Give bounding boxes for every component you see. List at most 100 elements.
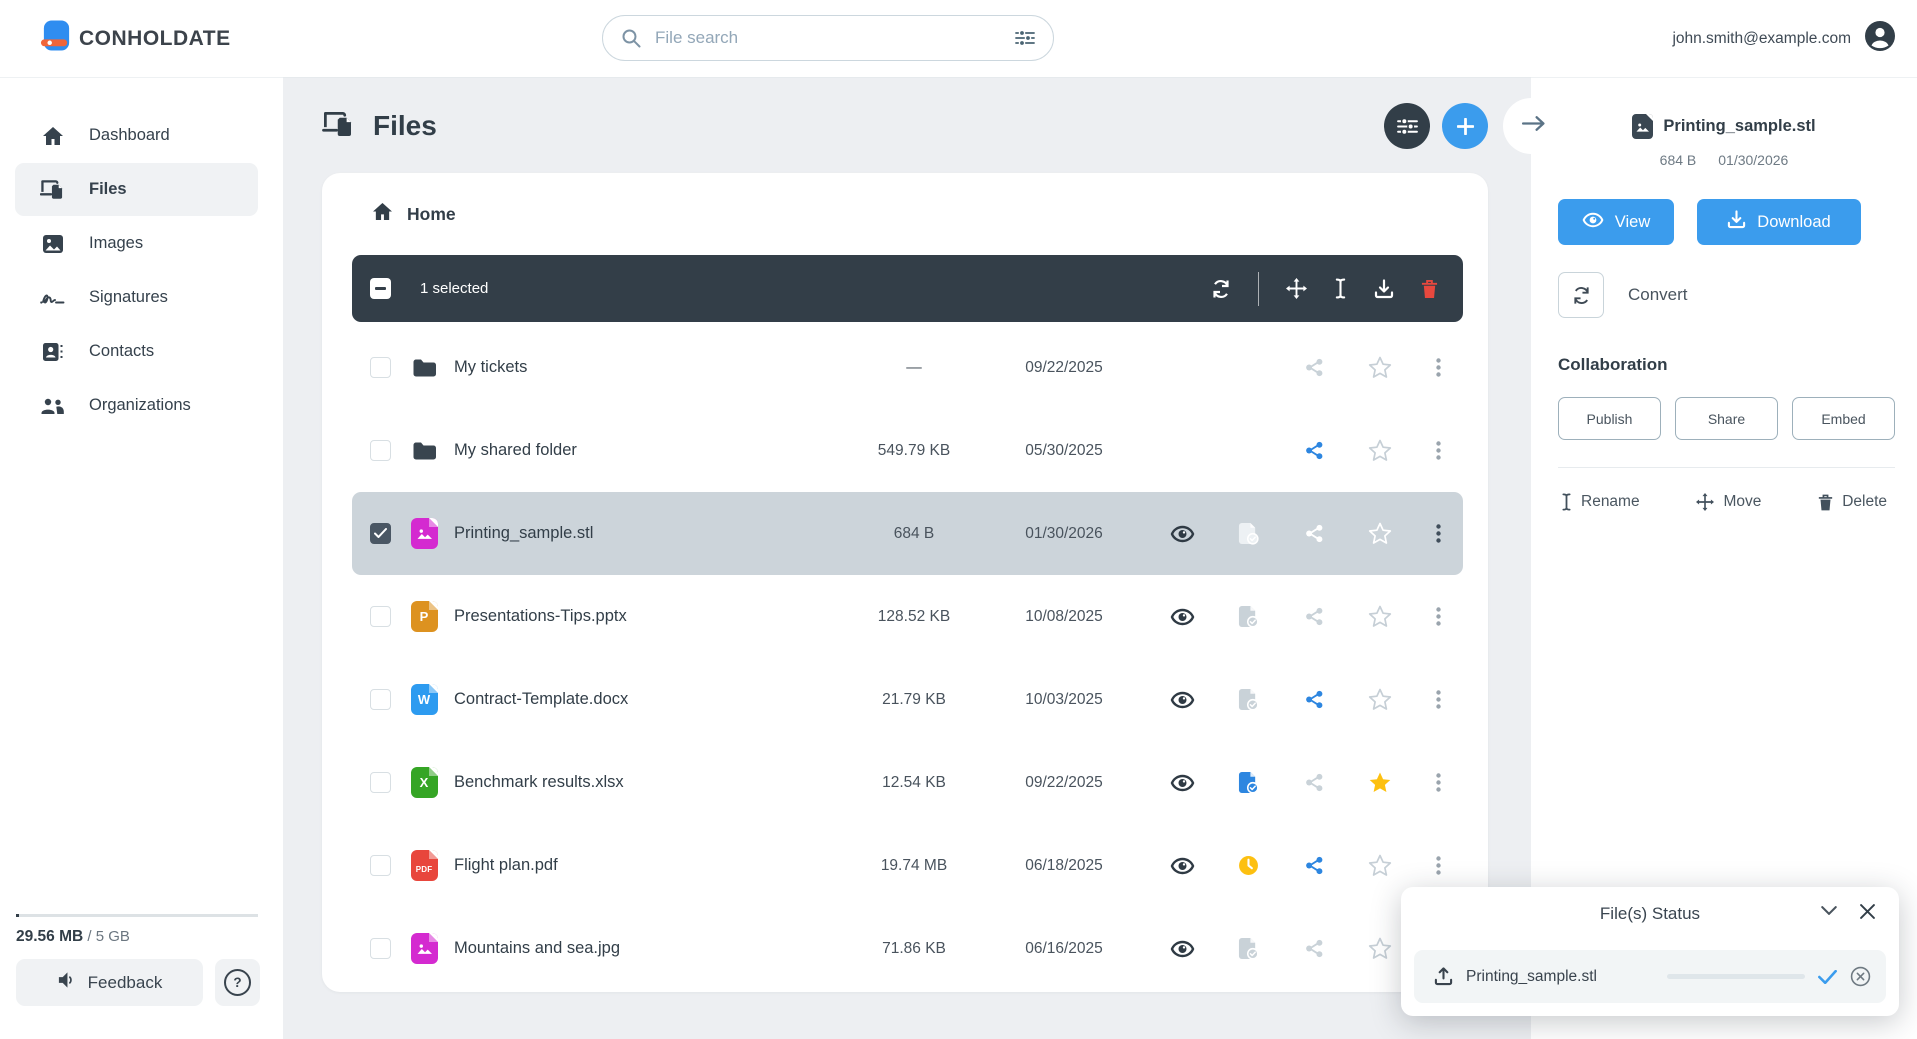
- row-menu-icon[interactable]: [1436, 524, 1441, 543]
- file-name[interactable]: My tickets: [454, 358, 849, 377]
- share-button[interactable]: Share: [1675, 397, 1778, 440]
- table-row[interactable]: PDF Flight plan.pdf 19.74 MB 06/18/2025: [352, 824, 1463, 907]
- status-icon[interactable]: [1238, 771, 1259, 794]
- file-name[interactable]: My shared folder: [454, 441, 849, 460]
- panel-divider: [1558, 467, 1895, 468]
- search-filter-icon[interactable]: [1015, 29, 1035, 47]
- status-icon[interactable]: [1238, 855, 1259, 876]
- feedback-button[interactable]: Feedback: [16, 959, 203, 1006]
- star-icon[interactable]: [1368, 439, 1392, 462]
- star-icon[interactable]: [1368, 688, 1392, 711]
- row-checkbox[interactable]: [370, 772, 391, 793]
- file-name[interactable]: Presentations-Tips.pptx: [454, 607, 849, 626]
- embed-button[interactable]: Embed: [1792, 397, 1895, 440]
- collaboration-title: Collaboration: [1558, 355, 1917, 375]
- move-icon[interactable]: [1286, 278, 1307, 299]
- close-icon[interactable]: [1860, 904, 1875, 919]
- file-name[interactable]: Benchmark results.xlsx: [454, 773, 849, 792]
- status-icon[interactable]: [1238, 522, 1259, 545]
- file-name[interactable]: Flight plan.pdf: [454, 856, 849, 875]
- star-icon[interactable]: [1368, 937, 1392, 960]
- share-icon[interactable]: [1305, 939, 1324, 958]
- row-checkbox[interactable]: [370, 689, 391, 710]
- status-icon[interactable]: [1238, 688, 1259, 711]
- chevron-down-icon[interactable]: [1821, 906, 1837, 915]
- file-name[interactable]: Contract-Template.docx: [454, 690, 849, 709]
- row-checkbox[interactable]: [370, 523, 391, 544]
- share-icon[interactable]: [1305, 524, 1324, 543]
- row-menu-icon[interactable]: [1436, 856, 1441, 875]
- help-button[interactable]: ?: [215, 959, 260, 1006]
- table-row[interactable]: P Presentations-Tips.pptx 128.52 KB 10/0…: [352, 575, 1463, 658]
- convert-button[interactable]: [1558, 272, 1604, 318]
- sidebar-item-dashboard[interactable]: Dashboard: [15, 109, 258, 162]
- view-icon[interactable]: [1170, 608, 1195, 626]
- sidebar-item-files[interactable]: Files: [15, 163, 258, 216]
- row-checkbox[interactable]: [370, 938, 391, 959]
- avatar[interactable]: [1865, 21, 1895, 56]
- delete-label: Delete: [1842, 493, 1887, 511]
- select-all-checkbox[interactable]: [370, 278, 391, 299]
- row-checkbox[interactable]: [370, 357, 391, 378]
- file-type-letter: PDF: [416, 865, 433, 874]
- user-menu[interactable]: john.smith@example.com: [1672, 21, 1917, 56]
- star-icon[interactable]: [1368, 771, 1392, 794]
- share-icon[interactable]: [1305, 773, 1324, 792]
- download-icon[interactable]: [1374, 279, 1394, 299]
- image-icon: [39, 234, 66, 254]
- share-icon[interactable]: [1305, 856, 1324, 875]
- star-icon[interactable]: [1368, 605, 1392, 628]
- file-name[interactable]: Printing_sample.stl: [454, 524, 849, 543]
- convert-icon[interactable]: [1211, 279, 1231, 299]
- user-email: john.smith@example.com: [1672, 30, 1851, 48]
- delete-icon[interactable]: [1421, 279, 1438, 299]
- row-checkbox[interactable]: [370, 606, 391, 627]
- share-icon[interactable]: [1305, 358, 1324, 377]
- sidebar-item-contacts[interactable]: Contacts: [15, 325, 258, 378]
- row-checkbox[interactable]: [370, 855, 391, 876]
- share-icon[interactable]: [1305, 607, 1324, 626]
- row-menu-icon[interactable]: [1436, 773, 1441, 792]
- row-menu-icon[interactable]: [1436, 607, 1441, 626]
- view-icon[interactable]: [1170, 525, 1195, 543]
- view-icon[interactable]: [1170, 691, 1195, 709]
- table-row[interactable]: W Contract-Template.docx 21.79 KB 10/03/…: [352, 658, 1463, 741]
- view-icon[interactable]: [1170, 940, 1195, 958]
- search-input[interactable]: [653, 27, 1015, 49]
- table-row[interactable]: My tickets — 09/22/2025: [352, 326, 1463, 409]
- star-icon[interactable]: [1368, 854, 1392, 877]
- app-logo[interactable]: CONHOLDATE: [40, 19, 231, 58]
- row-menu-icon[interactable]: [1436, 690, 1441, 709]
- status-icon[interactable]: [1238, 937, 1259, 960]
- add-file-button[interactable]: [1442, 103, 1488, 149]
- star-icon[interactable]: [1368, 356, 1392, 379]
- share-icon[interactable]: [1305, 690, 1324, 709]
- view-icon[interactable]: [1170, 774, 1195, 792]
- view-button[interactable]: View: [1558, 199, 1674, 245]
- row-menu-icon[interactable]: [1436, 358, 1441, 377]
- star-icon[interactable]: [1368, 522, 1392, 545]
- view-icon[interactable]: [1170, 857, 1195, 875]
- breadcrumb[interactable]: Home: [352, 173, 1463, 255]
- sidebar-item-organizations[interactable]: Organizations: [15, 379, 258, 432]
- rename-icon[interactable]: [1334, 278, 1347, 299]
- share-icon[interactable]: [1305, 441, 1324, 460]
- collapse-panel-icon[interactable]: [1521, 115, 1546, 132]
- row-menu-icon[interactable]: [1436, 441, 1441, 460]
- row-checkbox[interactable]: [370, 440, 391, 461]
- sidebar-item-signatures[interactable]: Signatures: [15, 271, 258, 324]
- cancel-upload-icon[interactable]: [1850, 966, 1871, 987]
- publish-button[interactable]: Publish: [1558, 397, 1661, 440]
- move-action[interactable]: Move: [1696, 493, 1761, 511]
- table-row[interactable]: Printing_sample.stl 684 B 01/30/2026: [352, 492, 1463, 575]
- download-button[interactable]: Download: [1697, 199, 1861, 245]
- table-row[interactable]: X Benchmark results.xlsx 12.54 KB 09/22/…: [352, 741, 1463, 824]
- table-row[interactable]: Mountains and sea.jpg 71.86 KB 06/16/202…: [352, 907, 1463, 990]
- sidebar-item-images[interactable]: Images: [15, 217, 258, 270]
- file-name[interactable]: Mountains and sea.jpg: [454, 939, 849, 958]
- status-icon[interactable]: [1238, 605, 1259, 628]
- list-settings-button[interactable]: [1384, 103, 1430, 149]
- rename-action[interactable]: Rename: [1561, 493, 1640, 511]
- delete-action[interactable]: Delete: [1818, 493, 1887, 511]
- table-row[interactable]: My shared folder 549.79 KB 05/30/2025: [352, 409, 1463, 492]
